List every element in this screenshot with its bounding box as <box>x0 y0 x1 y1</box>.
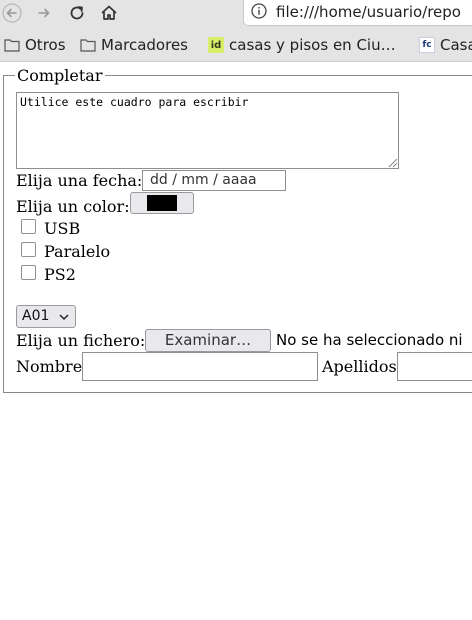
select-value: A01 <box>22 308 50 324</box>
checkbox-label-usb: USB <box>44 219 81 238</box>
color-label: Elija un color: <box>16 197 130 216</box>
comment-textarea[interactable]: Utilice este cuadro para escribir <box>16 92 399 169</box>
browse-file-button[interactable]: Examinar… <box>145 329 271 352</box>
reload-button[interactable] <box>65 1 89 25</box>
bookmark-label: Marcadores <box>101 36 188 54</box>
url-text: file:///home/usuario/repo <box>276 3 461 21</box>
fieldset-legend: Completar <box>15 66 105 85</box>
apellidos-input[interactable] <box>397 352 472 381</box>
address-bar[interactable]: file:///home/usuario/repo <box>243 0 472 26</box>
chevron-down-icon <box>59 314 69 321</box>
forward-button[interactable] <box>32 1 56 25</box>
bookmark-casa[interactable]: fc Casa <box>419 35 472 55</box>
forward-arrow-icon <box>38 8 50 18</box>
apellidos-label: Apellidos <box>322 357 397 376</box>
back-arrow-icon <box>2 3 22 23</box>
back-button[interactable] <box>0 1 24 25</box>
folder-icon <box>4 38 20 52</box>
checkbox-usb[interactable] <box>21 219 36 234</box>
resize-grip-icon[interactable] <box>386 156 398 168</box>
file-label: Elija un fichero: <box>16 331 146 350</box>
bookmark-label: Otros <box>25 36 66 54</box>
option-select[interactable]: A01 <box>16 305 76 328</box>
reload-icon <box>70 6 84 20</box>
checkbox-label-paralelo: Paralelo <box>44 242 111 261</box>
checkbox-paralelo[interactable] <box>21 242 36 257</box>
color-picker-button[interactable] <box>130 192 194 214</box>
bookmark-folder-marcadores[interactable]: Marcadores <box>80 35 188 55</box>
bookmark-label: casas y pisos en Ciu… <box>229 36 396 54</box>
file-status-text: No se ha seleccionado ni <box>276 331 463 349</box>
bookmarks-toolbar: Otros Marcadores id casas y pisos en Ciu… <box>0 28 472 62</box>
nombre-input[interactable] <box>82 352 318 381</box>
date-input[interactable]: dd / mm / aaaa <box>142 170 286 191</box>
info-icon[interactable] <box>251 3 267 19</box>
bookmark-label: Casa <box>440 36 472 54</box>
favicon-fc-icon: fc <box>419 37 435 53</box>
home-button[interactable] <box>97 1 121 25</box>
checkbox-label-ps2: PS2 <box>44 265 76 284</box>
checkbox-ps2[interactable] <box>21 265 36 280</box>
folder-icon <box>80 38 96 52</box>
bookmark-folder-otros[interactable]: Otros <box>4 35 66 55</box>
home-icon <box>101 5 117 20</box>
color-swatch <box>147 195 177 211</box>
favicon-id-icon: id <box>208 37 224 53</box>
nombre-label: Nombre <box>16 357 83 376</box>
date-label: Elija una fecha: <box>16 171 143 190</box>
navigation-toolbar: file:///home/usuario/repo <box>0 0 472 28</box>
bookmark-casas-pisos[interactable]: id casas y pisos en Ciu… <box>208 35 396 55</box>
